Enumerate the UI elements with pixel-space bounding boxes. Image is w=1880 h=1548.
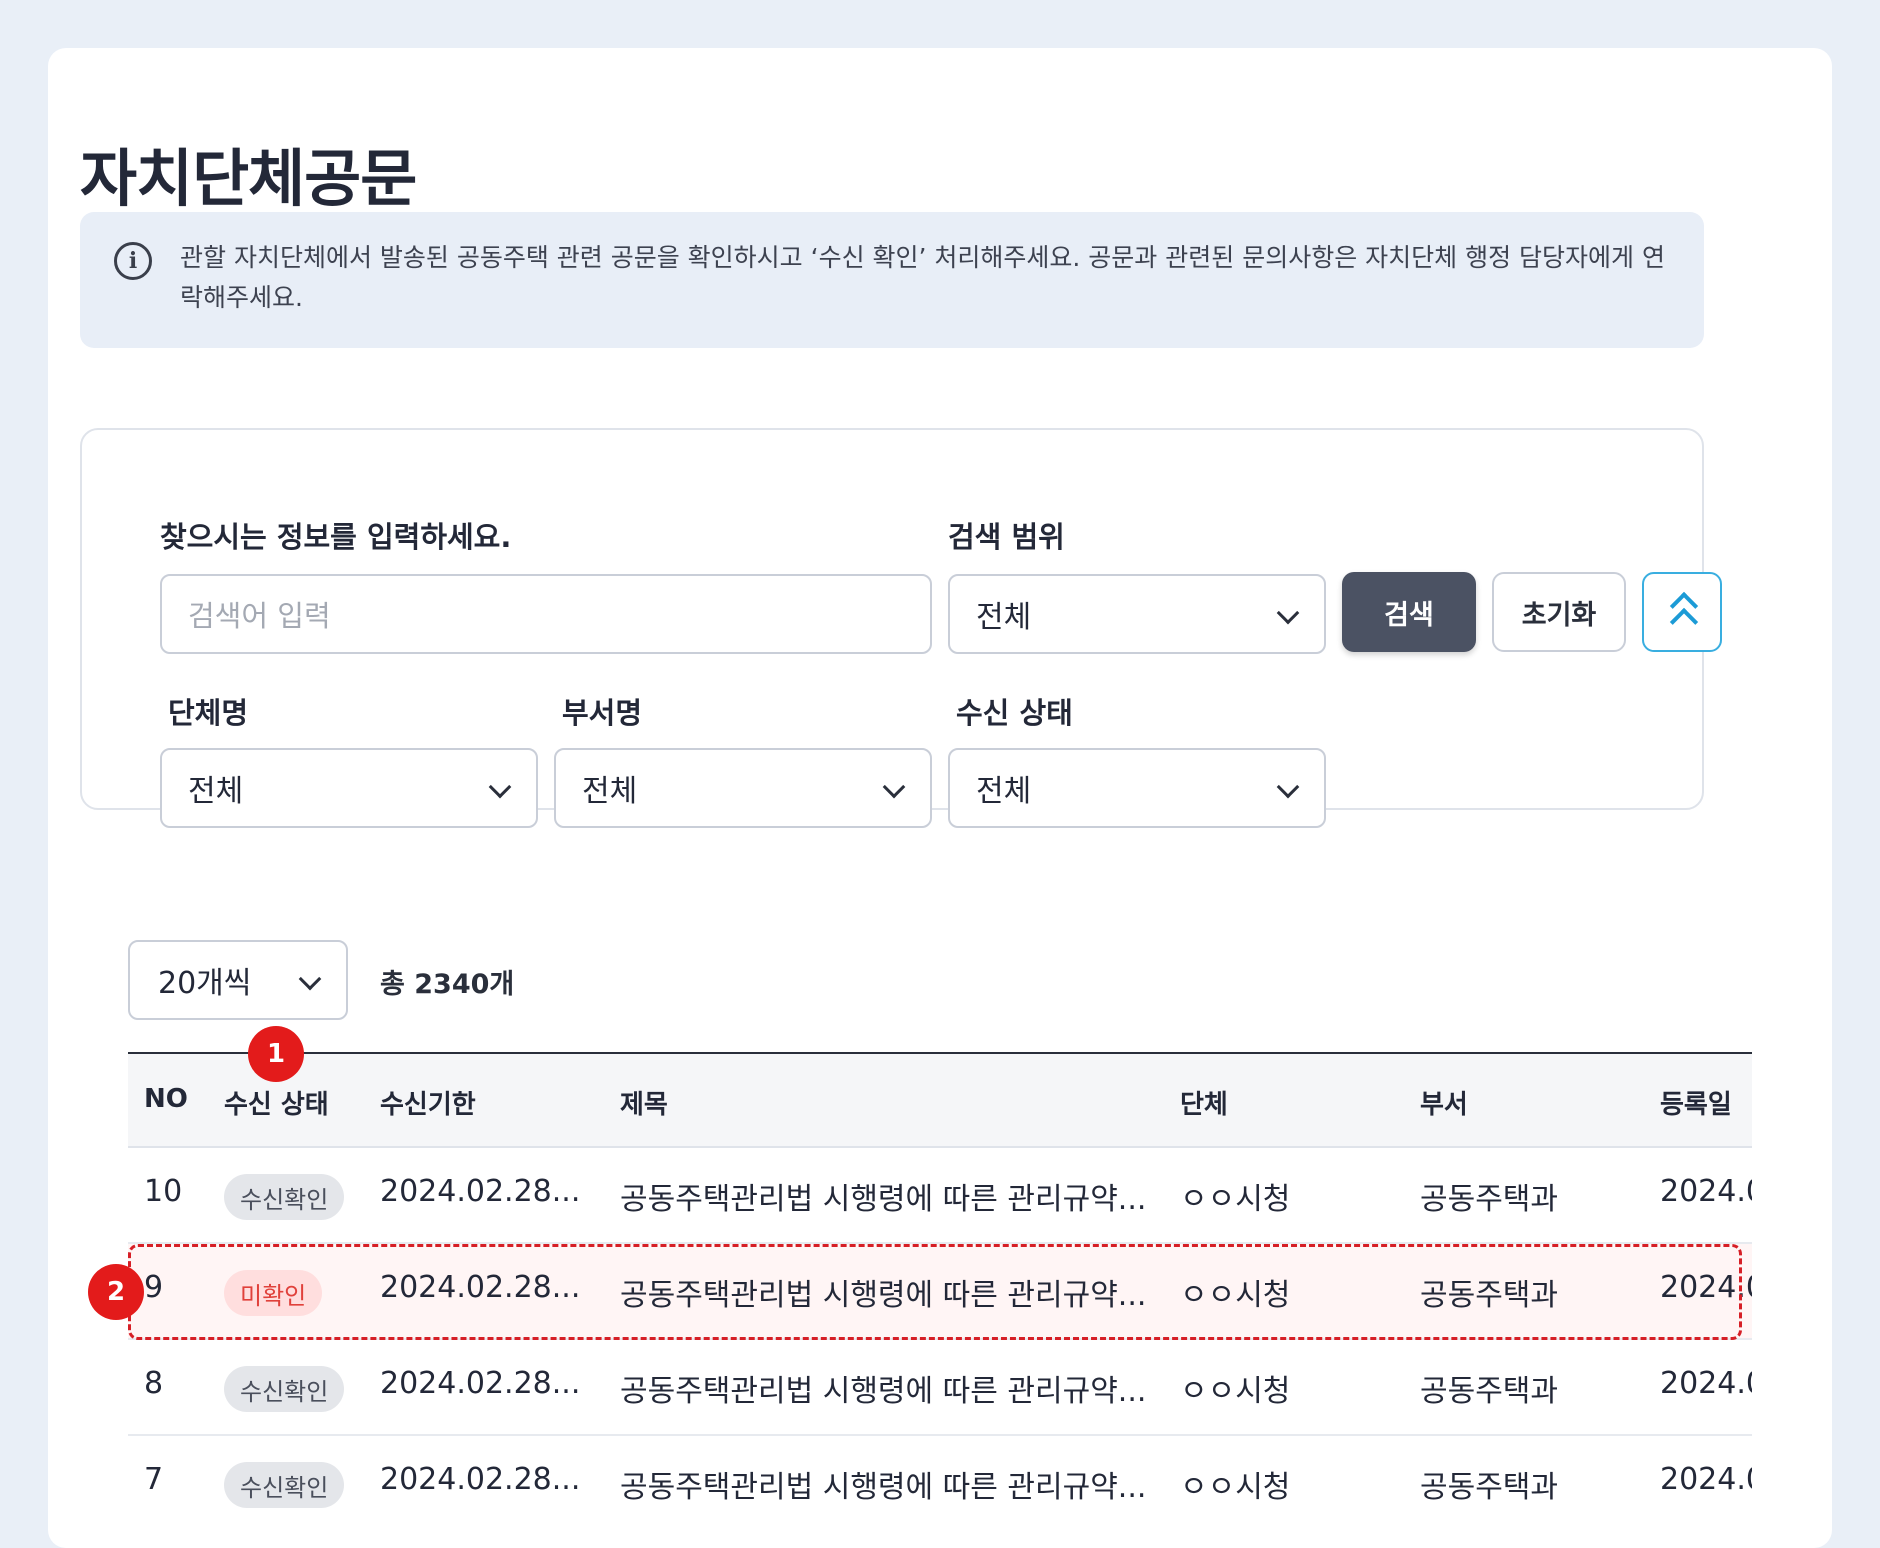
org-label: 단체명 bbox=[168, 696, 249, 730]
scope-select[interactable]: 전체 bbox=[948, 574, 1326, 654]
annotation-marker-1: 1 bbox=[248, 1026, 304, 1082]
cell-dept: 공동주택과 bbox=[1420, 1374, 1558, 1409]
cell-deadline: 2024.02.28... bbox=[380, 1366, 581, 1401]
search-input[interactable]: 검색어 입력 bbox=[160, 574, 932, 654]
cell-deadline: 2024.02.28... bbox=[380, 1270, 581, 1305]
table-row[interactable]: 7 수신확인 2024.02.28... 공동주택관리법 시행령에 따른 관리규… bbox=[128, 1436, 1752, 1512]
cell-org: ㅇㅇ시청 bbox=[1180, 1182, 1291, 1217]
cell-deadline: 2024.02.28... bbox=[380, 1462, 581, 1497]
chevron-down-icon bbox=[298, 967, 322, 991]
cell-date: 2024.0 bbox=[1660, 1462, 1752, 1497]
cell-title-link[interactable]: 공동주택관리법 시행령에 따른 관리규약... bbox=[620, 1366, 1146, 1410]
cell-no: 9 bbox=[144, 1270, 164, 1305]
chevron-down-icon bbox=[488, 775, 512, 799]
status-select-value: 전체 bbox=[976, 774, 1032, 809]
header-status: 수신 상태 bbox=[224, 1090, 329, 1120]
total-count: 총 2340개 bbox=[380, 969, 515, 1000]
cell-dept: 공동주택과 bbox=[1420, 1470, 1558, 1505]
page-size-value: 20개씩 bbox=[158, 966, 252, 1001]
annotation-marker-2: 2 bbox=[88, 1264, 144, 1320]
chevron-down-icon bbox=[882, 775, 906, 799]
dept-select-value: 전체 bbox=[582, 774, 638, 809]
header-title: 제목 bbox=[620, 1090, 668, 1120]
scope-label: 검색 범위 bbox=[948, 520, 1065, 554]
table-header: NO 수신 상태 수신기한 제목 단체 부서 등록일 bbox=[128, 1052, 1752, 1148]
notice-box: i 관할 자치단체에서 발송된 공동주택 관련 공문을 확인하시고 ‘수신 확인… bbox=[80, 212, 1704, 348]
cell-no: 7 bbox=[144, 1462, 164, 1497]
page-title: 자치단체공문 bbox=[80, 142, 417, 215]
notice-text: 관할 자치단체에서 발송된 공동주택 관련 공문을 확인하시고 ‘수신 확인’ … bbox=[180, 243, 1665, 312]
keyword-label: 찾으시는 정보를 입력하세요. bbox=[160, 520, 512, 554]
cell-org: ㅇㅇ시청 bbox=[1180, 1278, 1291, 1313]
info-icon: i bbox=[114, 242, 152, 280]
documents-table: NO 수신 상태 수신기한 제목 단체 부서 등록일 10 수신확인 2024.… bbox=[128, 1052, 1752, 1512]
cell-date: 2024.0 bbox=[1660, 1270, 1752, 1305]
chevron-down-icon bbox=[1276, 601, 1300, 625]
cell-no: 10 bbox=[144, 1174, 183, 1209]
cell-org: ㅇㅇ시청 bbox=[1180, 1374, 1291, 1409]
header-dept: 부서 bbox=[1420, 1090, 1468, 1120]
cell-title-link[interactable]: 공동주택관리법 시행령에 따른 관리규약... bbox=[620, 1174, 1146, 1218]
table-row[interactable]: 10 수신확인 2024.02.28... 공동주택관리법 시행령에 따른 관리… bbox=[128, 1148, 1752, 1244]
header-org: 단체 bbox=[1180, 1090, 1228, 1120]
dept-select[interactable]: 전체 bbox=[554, 748, 932, 828]
cell-dept: 공동주택과 bbox=[1420, 1278, 1558, 1313]
chevron-down-icon bbox=[1276, 775, 1300, 799]
org-select-value: 전체 bbox=[188, 774, 244, 809]
header-no: NO bbox=[144, 1084, 188, 1114]
cell-date: 2024.0 bbox=[1660, 1174, 1752, 1209]
scope-select-value: 전체 bbox=[976, 600, 1032, 635]
status-label: 수신 상태 bbox=[956, 696, 1073, 730]
page-size-select[interactable]: 20개씩 bbox=[128, 940, 348, 1020]
status-badge: 수신확인 bbox=[224, 1462, 345, 1508]
org-select[interactable]: 전체 bbox=[160, 748, 538, 828]
status-badge: 수신확인 bbox=[224, 1366, 345, 1412]
table-row[interactable]: 8 수신확인 2024.02.28... 공동주택관리법 시행령에 따른 관리규… bbox=[128, 1340, 1752, 1436]
cell-title-link[interactable]: 공동주택관리법 시행령에 따른 관리규약... bbox=[620, 1462, 1146, 1506]
reset-button[interactable]: 초기화 bbox=[1492, 572, 1626, 652]
header-deadline: 수신기한 bbox=[380, 1090, 476, 1120]
cell-date: 2024.0 bbox=[1660, 1366, 1752, 1401]
cell-no: 8 bbox=[144, 1366, 164, 1401]
status-badge: 수신확인 bbox=[224, 1174, 345, 1220]
search-button[interactable]: 검색 bbox=[1342, 572, 1476, 652]
collapse-button[interactable] bbox=[1642, 572, 1722, 652]
dept-label: 부서명 bbox=[562, 696, 643, 730]
cell-org: ㅇㅇ시청 bbox=[1180, 1470, 1291, 1505]
cell-dept: 공동주택과 bbox=[1420, 1182, 1558, 1217]
status-badge: 미확인 bbox=[224, 1270, 323, 1316]
table-row[interactable]: 9 미확인 2024.02.28... 공동주택관리법 시행령에 따른 관리규약… bbox=[128, 1244, 1752, 1340]
cell-title-link[interactable]: 공동주택관리법 시행령에 따른 관리규약... bbox=[620, 1270, 1146, 1314]
header-date: 등록일 bbox=[1660, 1090, 1732, 1120]
status-select[interactable]: 전체 bbox=[948, 748, 1326, 828]
cell-deadline: 2024.02.28... bbox=[380, 1174, 581, 1209]
